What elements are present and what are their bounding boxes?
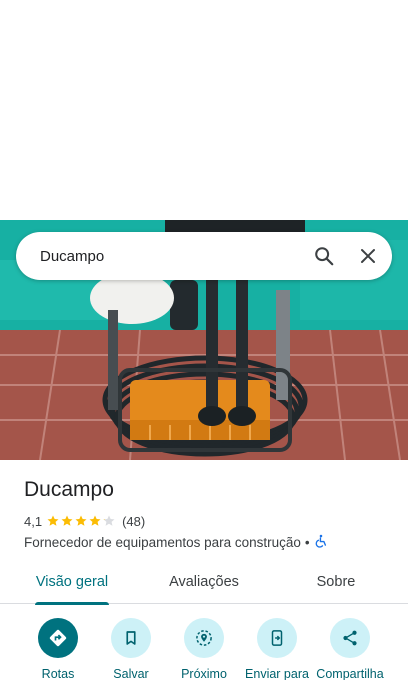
- bookmark-icon[interactable]: [111, 618, 151, 658]
- tab-about[interactable]: Sobre: [290, 560, 382, 604]
- tab-reviews[interactable]: Avaliações: [156, 560, 252, 604]
- rating-stars: [46, 514, 116, 528]
- star-filled-icon: [60, 514, 74, 528]
- tab-label: Avaliações: [169, 574, 239, 590]
- share-button[interactable]: Compartilha: [310, 618, 390, 680]
- search-input[interactable]: Ducampo: [40, 248, 304, 265]
- category-row: Fornecedor de equipamentos para construç…: [24, 533, 328, 551]
- place-sheet: Ducampo Ducampo 4,1 (48) Fornecedor de e…: [0, 0, 408, 680]
- tab-overview[interactable]: Visão geral: [24, 560, 120, 605]
- nearby-icon[interactable]: [184, 618, 224, 658]
- tab-label: Sobre: [316, 574, 356, 590]
- send-to-phone-icon[interactable]: [257, 618, 297, 658]
- action-label: Salvar: [113, 667, 149, 680]
- action-label: Próximo: [181, 667, 227, 680]
- review-count: (48): [122, 513, 146, 529]
- save-button[interactable]: Salvar: [91, 618, 171, 680]
- star-filled-icon: [46, 514, 60, 528]
- search-bar[interactable]: Ducampo: [16, 232, 392, 280]
- action-label: Enviar para: [245, 667, 309, 680]
- place-title: Ducampo: [24, 478, 114, 501]
- action-bar: Rotas Salvar Próximo Enviar para Compart…: [0, 618, 408, 680]
- wheelchair-icon: [314, 534, 328, 551]
- nearby-button[interactable]: Próximo: [164, 618, 244, 680]
- star-filled-icon: [88, 514, 102, 528]
- directions-icon[interactable]: [38, 618, 78, 658]
- close-icon[interactable]: [348, 236, 388, 276]
- search-icon[interactable]: [304, 236, 344, 276]
- action-label: Compartilha: [316, 667, 384, 680]
- tab-label: Visão geral: [35, 574, 109, 590]
- star-empty-icon: [102, 514, 116, 528]
- star-filled-icon: [74, 514, 88, 528]
- directions-button[interactable]: Rotas: [18, 618, 98, 680]
- send-to-phone-button[interactable]: Enviar para: [237, 618, 317, 680]
- separator-dot: •: [304, 534, 310, 550]
- place-category: Fornecedor de equipamentos para construç…: [24, 534, 301, 550]
- active-tab-indicator: [35, 602, 109, 605]
- action-label: Rotas: [41, 667, 75, 680]
- share-icon[interactable]: [330, 618, 370, 658]
- tab-bar: Visão geral Avaliações Sobre: [0, 560, 408, 605]
- rating-value: 4,1: [24, 513, 43, 529]
- rating-row[interactable]: 4,1 (48): [24, 513, 145, 529]
